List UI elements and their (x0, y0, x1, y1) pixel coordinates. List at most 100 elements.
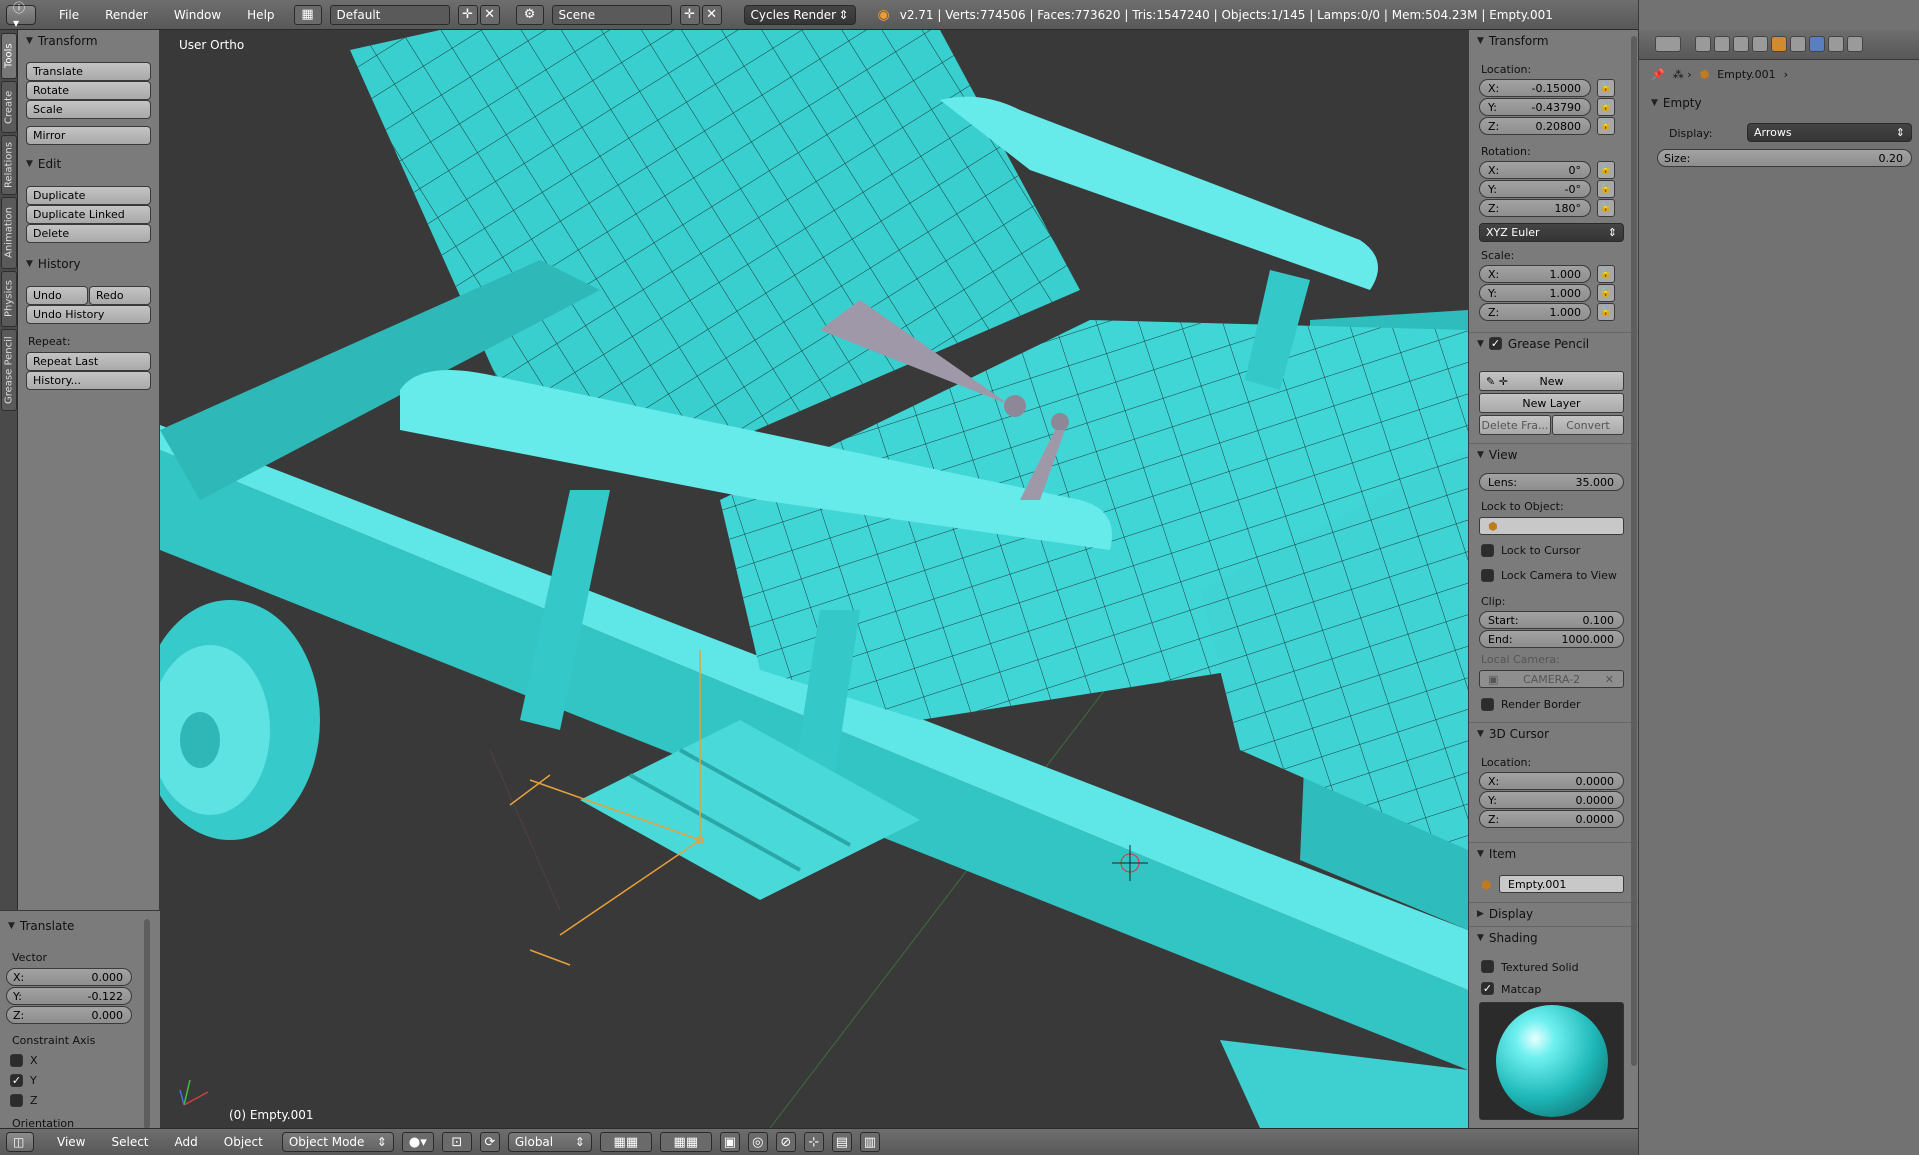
duplicate-button[interactable]: Duplicate (26, 186, 151, 205)
gp-delete-frame-button[interactable]: Delete Fra... (1479, 415, 1551, 435)
menu-file[interactable]: File (54, 8, 84, 22)
editor-type-button[interactable]: ◫ (6, 1132, 34, 1152)
render-border-checkbox[interactable] (1481, 698, 1494, 711)
display-panel-header[interactable]: ▶ Display (1469, 902, 1638, 924)
lock-icon[interactable]: 🔓 (1597, 180, 1615, 198)
vector-z-field[interactable]: Z: 0.000 (6, 1006, 132, 1024)
properties-shelf-scrollbar[interactable] (1631, 36, 1637, 1066)
shading-panel-header[interactable]: ▼ Shading (1469, 926, 1638, 948)
rotate-button[interactable]: Rotate (26, 81, 151, 100)
mirror-button[interactable]: Mirror (26, 126, 151, 145)
undo-history-button[interactable]: Undo History (26, 305, 151, 324)
menu-select[interactable]: Select (106, 1135, 153, 1149)
layers-grid-icon[interactable]: ▦▦ (599, 1132, 652, 1152)
history-panel-header[interactable]: ▼ History (18, 253, 160, 275)
lock-icon[interactable]: 🔓 (1597, 79, 1615, 97)
viewport-shading-icon[interactable]: ●▾ (401, 1132, 434, 1152)
clear-icon[interactable]: ✕ (1605, 673, 1614, 686)
add-scene-icon[interactable]: ✛ (679, 4, 700, 25)
vector-y-field[interactable]: Y: -0.122 (6, 987, 132, 1005)
snap-icon[interactable]: ⊘ (775, 1132, 796, 1152)
tab-create[interactable]: Create (1, 81, 17, 133)
redo-button[interactable]: Redo (89, 286, 151, 305)
editor-type-button[interactable]: ⓘ ▾ (6, 1, 36, 30)
matcap-preview[interactable] (1479, 1002, 1624, 1120)
grease-pencil-panel-header[interactable]: ▼ ✓ Grease Pencil (1469, 332, 1638, 354)
textured-solid-checkbox[interactable] (1481, 960, 1494, 973)
location-x-field[interactable]: X: -0.15000 (1479, 79, 1591, 97)
history-button[interactable]: History... (26, 371, 151, 390)
translate-button[interactable]: Translate (26, 62, 151, 81)
repeat-last-button[interactable]: Repeat Last (26, 352, 151, 371)
menu-view[interactable]: View (52, 1135, 90, 1149)
rotation-y-field[interactable]: Y: -0° (1479, 180, 1591, 198)
texture-tab-icon[interactable] (1828, 36, 1844, 52)
lock-icon[interactable]: 🔓 (1597, 98, 1615, 116)
lock-camera-checkbox[interactable] (1481, 569, 1494, 582)
scene-field[interactable]: Scene (551, 4, 672, 25)
menu-render[interactable]: Render (100, 8, 153, 22)
transform-orientation-dropdown[interactable]: Global ⇕ (507, 1132, 592, 1152)
tab-relations[interactable]: Relations (1, 135, 17, 195)
transform-panel-header[interactable]: ▼ Transform (18, 30, 160, 52)
proportional-edit-icon[interactable]: ◎ (747, 1132, 768, 1152)
constraints-tab-icon[interactable] (1790, 36, 1806, 52)
lock-icon[interactable]: 🔓 (1597, 265, 1615, 283)
cursor-x-field[interactable]: X: 0.0000 (1479, 772, 1624, 790)
constraint-y-checkbox[interactable]: ✓ (10, 1074, 23, 1087)
rotation-mode-dropdown[interactable]: XYZ Euler ⇕ (1479, 223, 1624, 242)
remove-screen-icon[interactable]: ✕ (479, 4, 500, 25)
matcap-checkbox[interactable]: ✓ (1481, 982, 1494, 995)
menu-add[interactable]: Add (170, 1135, 203, 1149)
lock-icon[interactable]: 🔓 (1597, 199, 1615, 217)
menu-object[interactable]: Object (219, 1135, 268, 1149)
world-tab-icon[interactable] (1752, 36, 1768, 52)
screen-layout-field[interactable]: Default (329, 4, 450, 25)
menu-window[interactable]: Window (169, 8, 226, 22)
constraint-z-checkbox[interactable] (10, 1094, 23, 1107)
menu-help[interactable]: Help (242, 8, 279, 22)
render-preview-icon[interactable]: ▤ (831, 1132, 852, 1152)
render-animation-icon[interactable]: ▥ (859, 1132, 880, 1152)
clip-start-field[interactable]: Start: 0.100 (1479, 611, 1624, 629)
redo-panel-scrollbar[interactable] (144, 919, 150, 1129)
item-name-field[interactable]: Empty.001 (1499, 875, 1624, 893)
render-engine-dropdown[interactable]: Cycles Render ⇕ (743, 4, 856, 25)
editor-type-icon[interactable] (1655, 36, 1681, 52)
scale-y-field[interactable]: Y: 1.000 (1479, 284, 1591, 302)
rotation-z-field[interactable]: Z: 180° (1479, 199, 1591, 217)
item-panel-header[interactable]: ▼ Item (1469, 842, 1638, 864)
empty-panel-header[interactable]: ▼ Empty (1643, 92, 1915, 114)
tab-physics[interactable]: Physics (1, 271, 17, 327)
lock-layers-icon[interactable]: ▣ (719, 1132, 740, 1152)
rotation-x-field[interactable]: X: 0° (1479, 161, 1591, 179)
undo-button[interactable]: Undo (26, 286, 88, 305)
delete-button[interactable]: Delete (26, 224, 151, 243)
constraint-x-checkbox[interactable] (10, 1054, 23, 1067)
lens-field[interactable]: Lens: 35.000 (1479, 473, 1624, 491)
lock-to-cursor-checkbox[interactable] (1481, 544, 1494, 557)
translate-operator-header[interactable]: ▼ Translate (0, 915, 150, 937)
empty-display-dropdown[interactable]: Arrows ⇕ (1747, 123, 1912, 142)
vector-x-field[interactable]: X: 0.000 (6, 968, 132, 986)
tab-animation[interactable]: Animation (1, 197, 17, 269)
location-y-field[interactable]: Y: -0.43790 (1479, 98, 1591, 116)
duplicate-linked-button[interactable]: Duplicate Linked (26, 205, 151, 224)
snap-target-icon[interactable]: ⊹ (803, 1132, 824, 1152)
pivot-point-icon[interactable]: ⊡ (441, 1132, 472, 1152)
3d-cursor-panel-header[interactable]: ▼ 3D Cursor (1469, 722, 1638, 744)
gp-convert-button[interactable]: Convert (1552, 415, 1624, 435)
manipulator-icon[interactable]: ⟳ (479, 1132, 500, 1152)
render-layers-tab-icon[interactable] (1714, 36, 1730, 52)
tab-grease-pencil[interactable]: Grease Pencil (1, 329, 17, 411)
3d-viewport[interactable]: User Ortho (0) Empty.001 (160, 30, 1468, 1128)
object-tab-icon[interactable] (1771, 36, 1787, 52)
scene-render[interactable] (160, 30, 1468, 1128)
scene-tab-icon[interactable] (1733, 36, 1749, 52)
tab-tools[interactable]: Tools (1, 33, 17, 79)
screen-layout-icon[interactable]: ▦ (293, 4, 322, 25)
scale-x-field[interactable]: X: 1.000 (1479, 265, 1591, 283)
gp-new-button[interactable]: ✎ ✛ New (1479, 371, 1624, 391)
remove-scene-icon[interactable]: ✕ (701, 4, 722, 25)
mode-dropdown[interactable]: Object Mode ⇕ (281, 1132, 394, 1152)
